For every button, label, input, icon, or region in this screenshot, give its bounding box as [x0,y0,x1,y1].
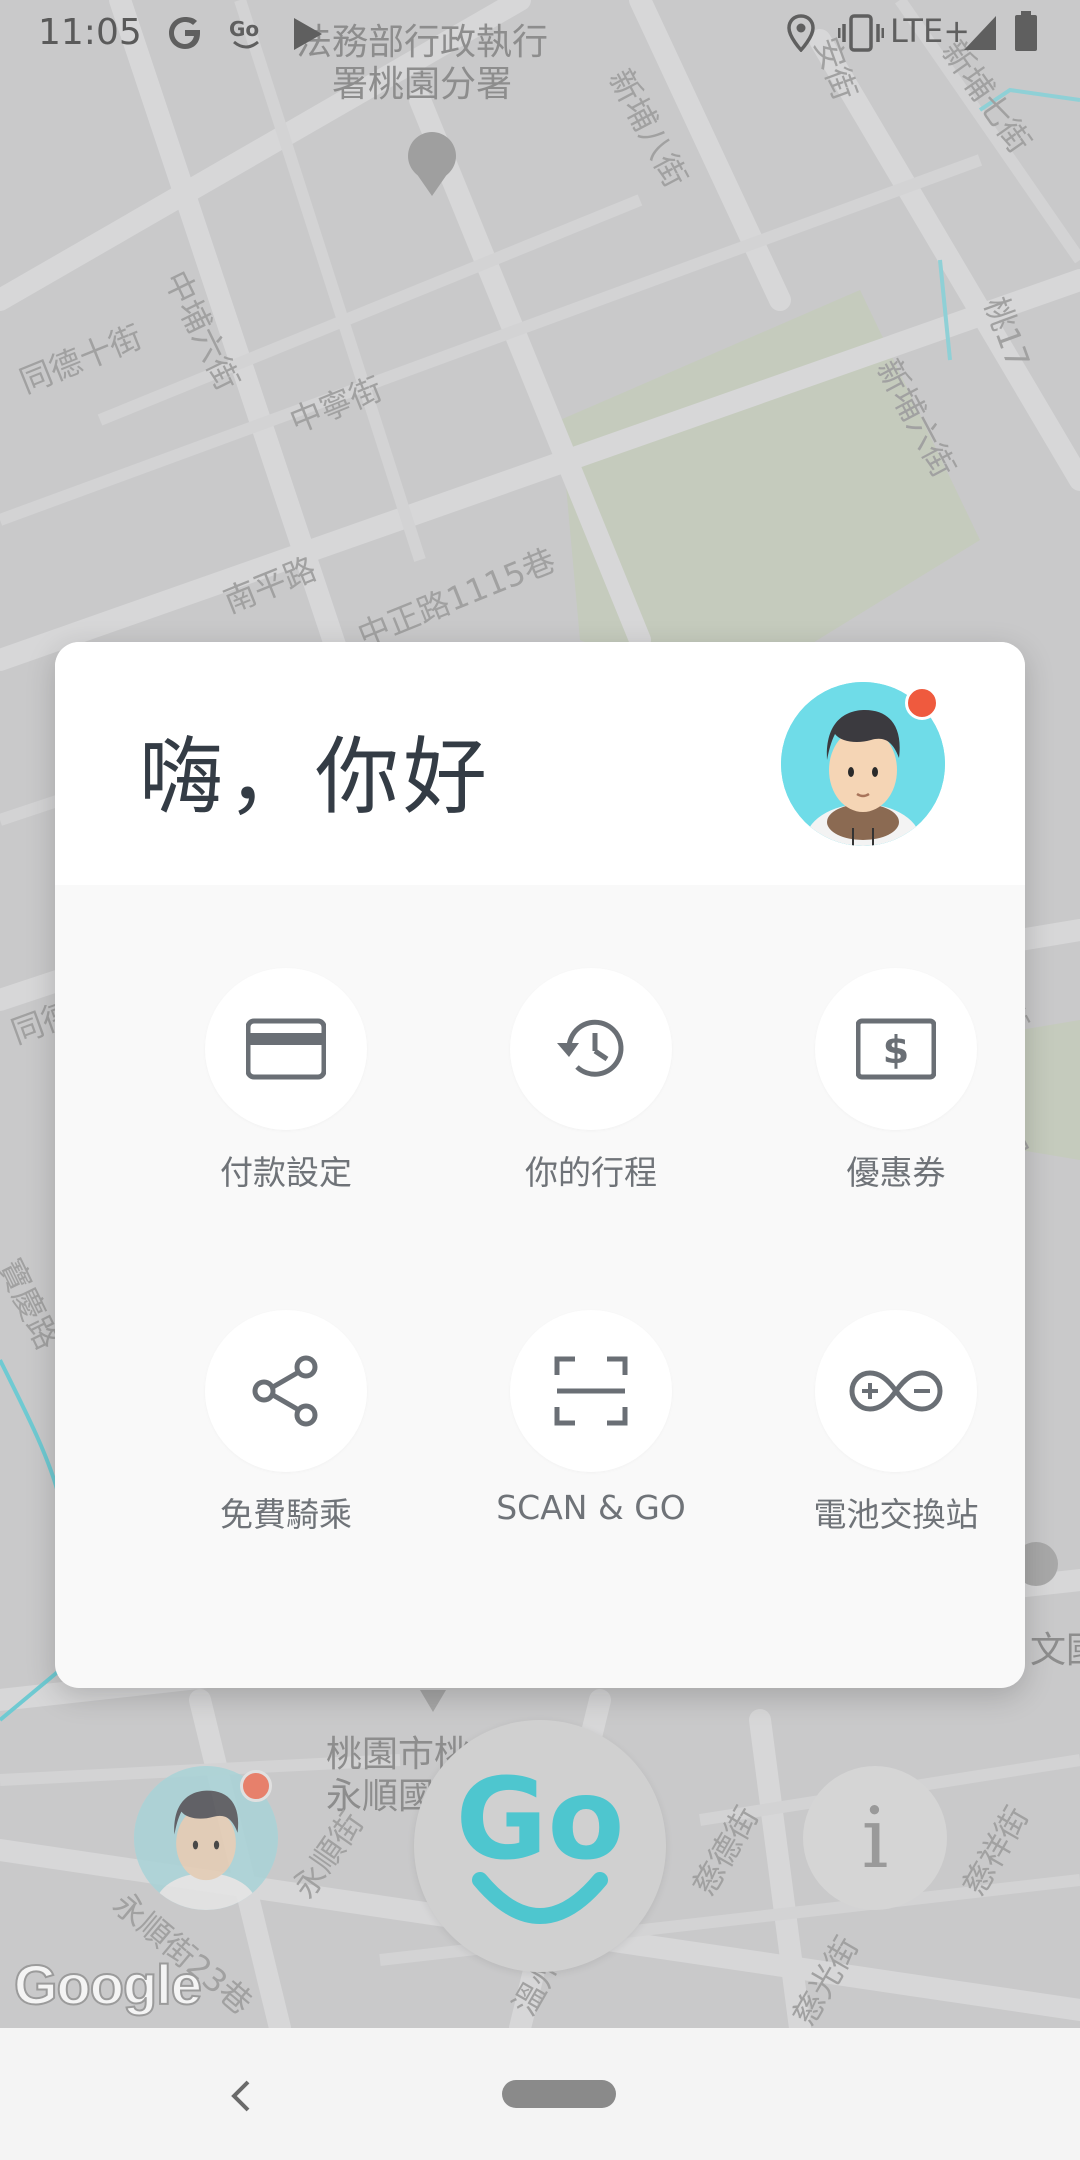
card-header: 嗨，你好 [55,642,1025,885]
credit-card-icon [246,1018,326,1080]
vibrate-icon [838,14,884,52]
menu-item-free-ride[interactable]: 免費騎乘 [155,1310,415,1570]
menu-item-scan-go[interactable]: SCAN & GO [460,1310,720,1570]
svg-text:$: $ [883,1028,909,1072]
greeting-title: 嗨，你好 [139,728,492,826]
back-icon[interactable] [222,2076,262,2116]
menu-circle [510,968,672,1130]
menu-item-payment[interactable]: 付款設定 [155,968,415,1228]
share-icon [252,1355,318,1427]
menu-label: 優惠券 [846,1153,946,1192]
menu-circle [510,1310,672,1472]
go-label: Go [456,1755,625,1885]
menu-circle [205,968,367,1130]
battery-swap-icon [849,1370,943,1412]
svg-text:Go: Go [229,17,259,41]
go-logo-icon: Go [456,1755,625,1924]
menu-card: 嗨，你好 付款設定 你的行程 $ 優惠券 免費騎乘 SCAN & GO 電池交換… [55,642,1025,1688]
scan-icon [554,1356,628,1426]
menu-label: 付款設定 [220,1153,352,1192]
menu-circle [205,1310,367,1472]
battery-icon [1015,11,1037,51]
menu-circle [815,1310,977,1472]
network-type: LTE+ [890,12,970,50]
info-button[interactable]: i [803,1766,947,1910]
go-app-icon: Go [229,17,259,49]
status-bar: 11:05 Go LTE+ [0,0,1080,66]
google-icon [169,17,200,49]
menu-label: 你的行程 [525,1153,657,1192]
status-time: 11:05 [38,12,142,53]
map-label-poi: 文國 [1030,1630,1080,1671]
menu-label: 電池交換站 [813,1495,979,1534]
go-button[interactable]: Go [414,1720,666,1972]
google-attribution: Google [13,1952,203,2017]
history-icon [557,1019,624,1077]
menu-label: SCAN & GO [496,1488,686,1527]
menu-item-trips[interactable]: 你的行程 [460,968,720,1228]
location-icon [787,14,815,52]
menu-item-coupons[interactable]: $ 優惠券 [765,968,1025,1228]
notification-dot [240,1770,272,1802]
menu-item-battery-station[interactable]: 電池交換站 [765,1310,1025,1570]
play-store-icon [294,18,322,50]
signal-icon [964,16,996,50]
menu-label: 免費騎乘 [220,1495,352,1534]
menu-circle: $ [815,968,977,1130]
coupon-icon: $ [856,1018,936,1080]
home-handle[interactable] [502,2080,616,2108]
notification-dot [905,686,939,720]
